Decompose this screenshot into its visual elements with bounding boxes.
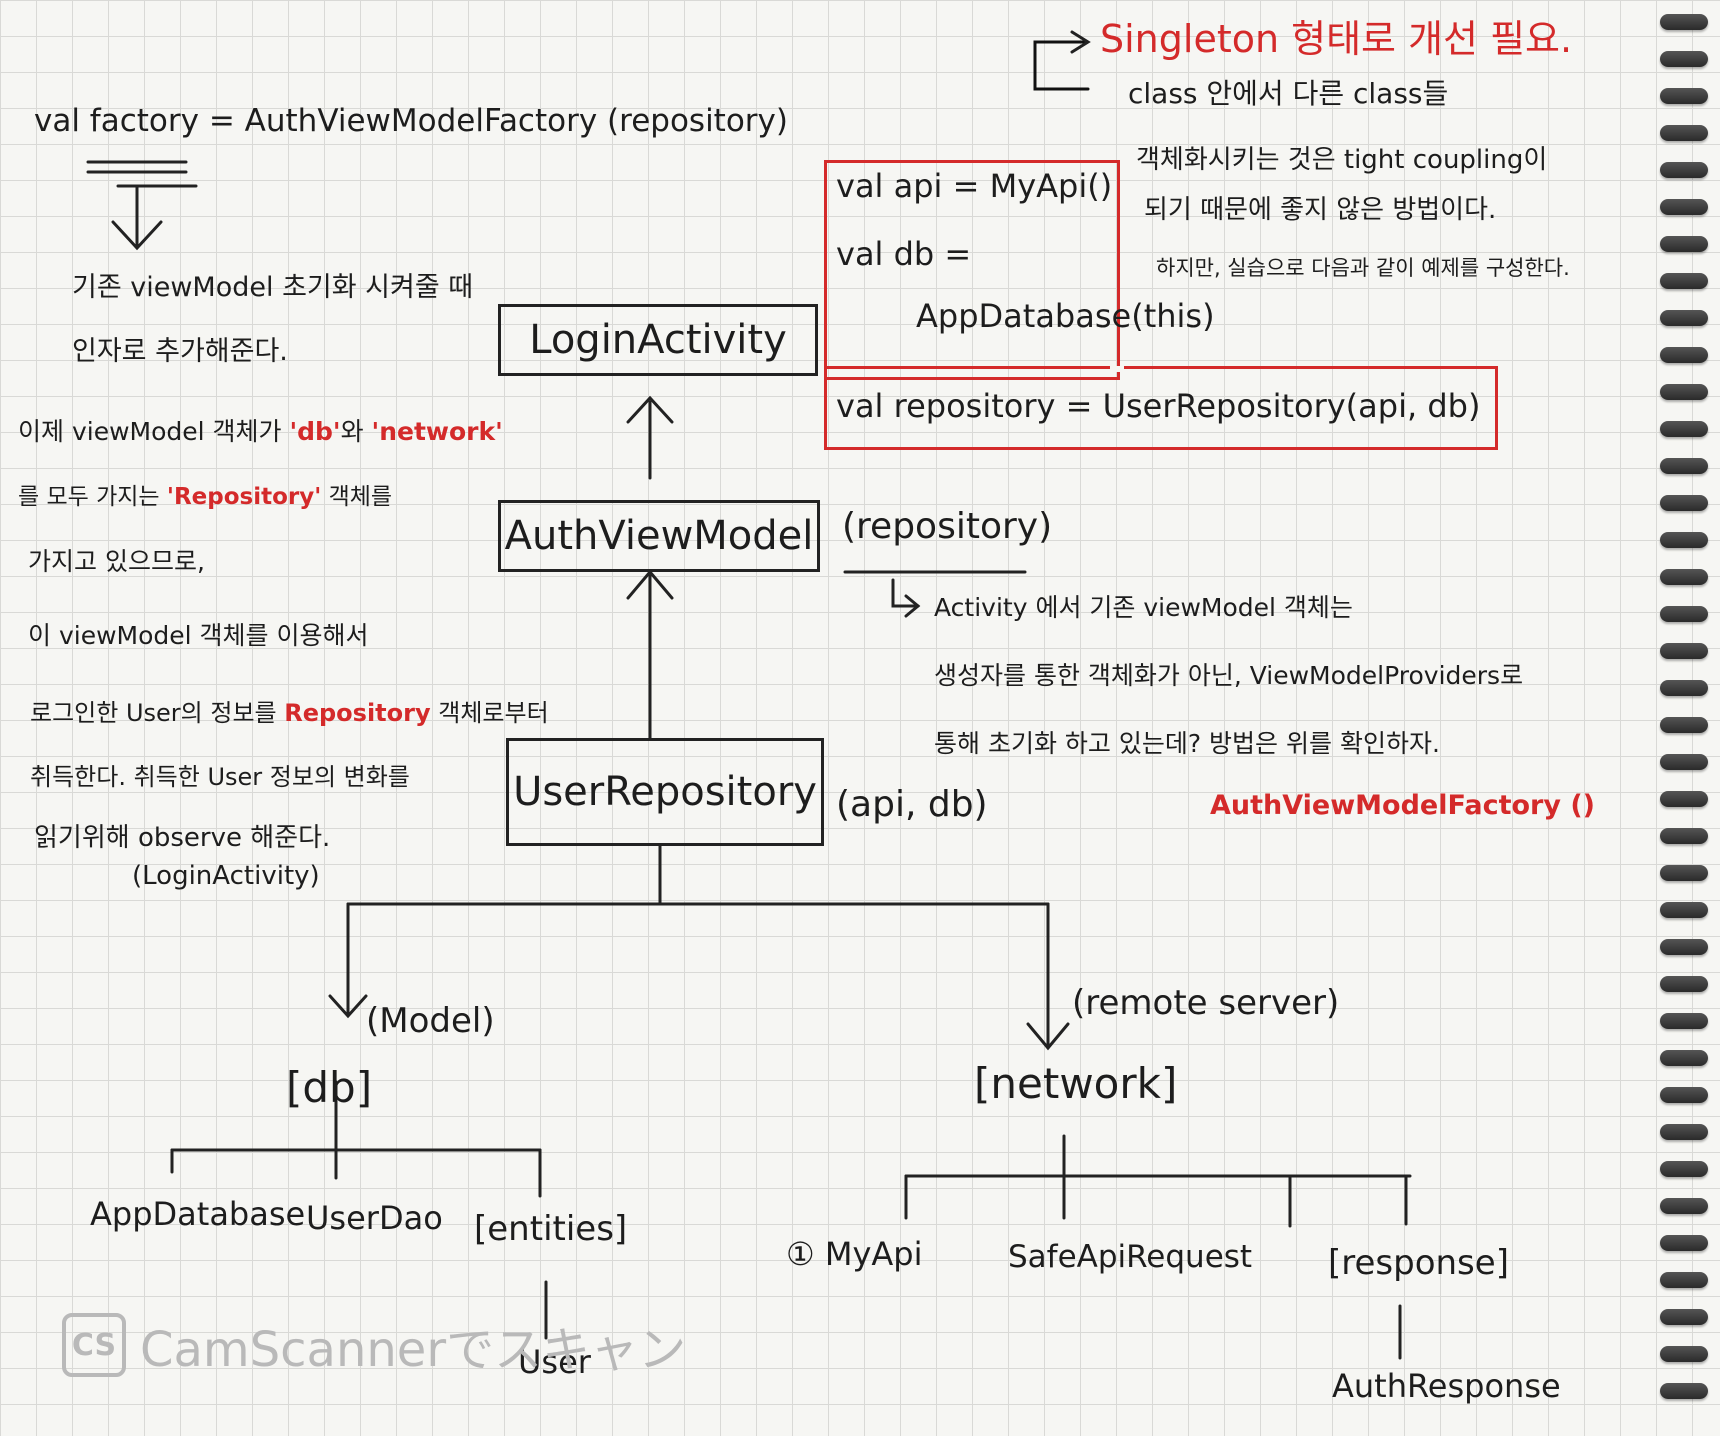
factory-reference: AuthViewModelFactory () — [1210, 790, 1596, 821]
spiral-ring — [1660, 717, 1708, 733]
spiral-ring — [1660, 606, 1708, 622]
code-line-api: val api = MyApi() — [836, 167, 1113, 205]
spiral-ring — [1660, 791, 1708, 807]
network-child-safeapirequest: SafeApiRequest — [1008, 1239, 1253, 1275]
spiral-ring — [1660, 1235, 1708, 1251]
spiral-binding — [1650, 0, 1720, 1436]
spiral-ring — [1660, 532, 1708, 548]
network-node: [network] — [974, 1059, 1178, 1108]
auth-view-model-box: AuthViewModel — [498, 500, 820, 572]
camscanner-logo-icon: CS — [62, 1313, 126, 1377]
spiral-ring — [1660, 1124, 1708, 1140]
spiral-ring — [1660, 421, 1708, 437]
camscanner-watermark: CS CamScannerでスキャン — [62, 1310, 686, 1380]
singleton-note-line1: class 안에서 다른 class들 — [1128, 77, 1449, 110]
having-note: 가지고 있으므로, — [28, 547, 205, 576]
login-activity-box: LoginActivity — [498, 304, 818, 376]
spiral-ring — [1660, 125, 1708, 141]
activity-note-line1: Activity 에서 기존 viewModel 객체는 — [934, 593, 1353, 622]
network-child-myapi: ① MyApi — [786, 1235, 923, 1273]
spiral-ring — [1660, 88, 1708, 104]
activity-note-line3: 통해 초기화 하고 있는데? 방법은 위를 확인하자. — [934, 729, 1440, 758]
factory-declaration: val factory = AuthViewModelFactory (repo… — [34, 103, 788, 139]
singleton-note-line4: 하지만, 실습으로 다음과 같이 예제를 구성한다. — [1156, 256, 1570, 280]
db-child-appdatabase: AppDatabase — [90, 1195, 306, 1233]
network-child-response: [response] — [1328, 1243, 1509, 1283]
singleton-note-line3: 되기 때문에 좋지 않은 방법이다. — [1144, 195, 1497, 225]
obtain-note: 취득한다. 취득한 User 정보의 변화를 — [30, 763, 410, 791]
spiral-ring — [1660, 51, 1708, 67]
spiral-ring — [1660, 199, 1708, 215]
auth-view-model-param: (repository) — [842, 506, 1053, 547]
spiral-ring — [1660, 643, 1708, 659]
init-note-line2: 인자로 추가해준다. — [72, 336, 288, 367]
spiral-ring — [1660, 569, 1708, 585]
spiral-ring — [1660, 680, 1708, 696]
spiral-ring — [1660, 162, 1708, 178]
spiral-ring — [1660, 458, 1708, 474]
spiral-ring — [1660, 495, 1708, 511]
all-note: 를 모두 가지는 'Repository' 객체를 — [18, 484, 393, 510]
singleton-note-title: Singleton 형태로 개선 필요. — [1100, 17, 1573, 61]
spiral-ring — [1660, 828, 1708, 844]
spiral-ring — [1660, 1383, 1708, 1399]
db-child-entities: [entities] — [474, 1209, 628, 1249]
spiral-ring — [1660, 384, 1708, 400]
spiral-ring — [1660, 1050, 1708, 1066]
code-line-repository: val repository = UserRepository(api, db) — [836, 387, 1481, 425]
init-note-line1: 기존 viewModel 초기화 시켜줄 때 — [72, 272, 474, 303]
login-note: 로그인한 User의 정보를 Repository 객체로부터 — [30, 699, 549, 727]
spiral-ring — [1660, 1013, 1708, 1029]
spiral-ring — [1660, 1087, 1708, 1103]
response-child-authresponse: AuthResponse — [1332, 1367, 1561, 1405]
spiral-ring — [1660, 865, 1708, 881]
spiral-ring — [1660, 236, 1708, 252]
user-repository-param: (api, db) — [836, 784, 988, 825]
remote-server-label: (remote server) — [1072, 983, 1340, 1023]
camscanner-text: CamScannerでスキャン — [140, 1322, 687, 1378]
db-node: [db] — [286, 1063, 373, 1112]
spiral-ring — [1660, 939, 1708, 955]
code-line-appdatabase: AppDatabase(this) — [916, 297, 1215, 335]
user-repository-box: UserRepository — [506, 738, 824, 846]
spiral-ring — [1660, 902, 1708, 918]
spiral-ring — [1660, 754, 1708, 770]
use-note: 이 viewModel 객체를 이용해서 — [28, 621, 369, 650]
now-note: 이제 viewModel 객체가 'db'와 'network' — [18, 417, 503, 446]
singleton-note-line2: 객체화시키는 것은 tight coupling이 — [1136, 145, 1548, 175]
spiral-ring — [1660, 1272, 1708, 1288]
spiral-ring — [1660, 1161, 1708, 1177]
code-box-joint — [1110, 366, 1124, 372]
spiral-ring — [1660, 310, 1708, 326]
observe-context: (LoginActivity) — [132, 861, 320, 891]
spiral-ring — [1660, 976, 1708, 992]
spiral-ring — [1660, 273, 1708, 289]
spiral-ring — [1660, 1198, 1708, 1214]
spiral-ring — [1660, 1346, 1708, 1362]
code-line-db: val db = — [836, 235, 972, 273]
spiral-ring — [1660, 1309, 1708, 1325]
db-child-userdao: UserDao — [306, 1199, 443, 1237]
activity-note-line2: 생성자를 통한 객체화가 아닌, ViewModelProviders로 — [934, 661, 1524, 690]
model-label: (Model) — [366, 1001, 495, 1041]
observe-note: 읽기위해 observe 해준다. — [34, 823, 331, 853]
spiral-ring — [1660, 347, 1708, 363]
spiral-ring — [1660, 14, 1708, 30]
